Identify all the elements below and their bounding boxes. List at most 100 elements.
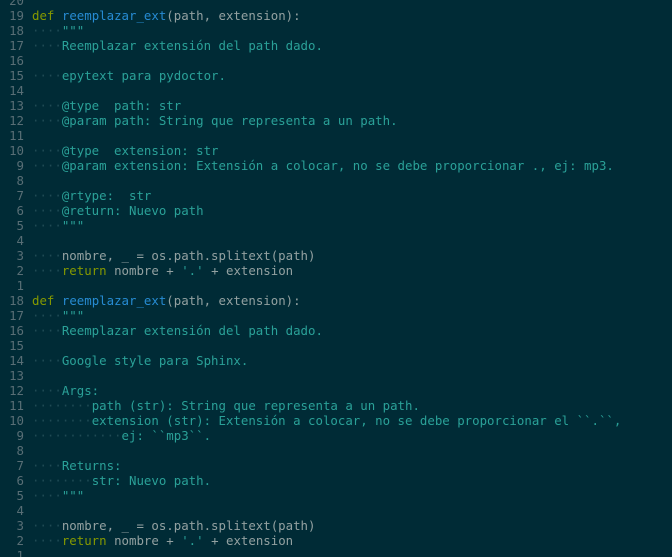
code-text: ····@type path: str bbox=[32, 98, 181, 113]
line-number: 15 bbox=[9, 68, 24, 83]
code-text: ····nombre, _ = os.path.splitext(path) bbox=[32, 248, 315, 263]
code-line[interactable]: 4 bbox=[0, 503, 672, 518]
code-token: '.' bbox=[181, 263, 204, 278]
indent-marker: ···· bbox=[32, 263, 62, 278]
code-token: Args: bbox=[61, 383, 100, 398]
line-number: 3 bbox=[16, 248, 24, 263]
indent-marker: ···· bbox=[32, 308, 62, 323]
code-line[interactable]: 17 ····Reemplazar extensión del path dado… bbox=[0, 38, 672, 53]
code-line[interactable]: 6 ········str: Nuevo path. bbox=[0, 473, 672, 488]
code-line[interactable]: 5 ····""" bbox=[0, 488, 672, 503]
code-line[interactable]: 7 ····Returns: bbox=[0, 458, 672, 473]
code-text: ····Returns: bbox=[32, 458, 122, 473]
code-line[interactable]: 11 bbox=[0, 128, 672, 143]
code-line[interactable]: 2 ····return nombre + '.' + extension bbox=[0, 263, 672, 278]
indent-marker: ········ bbox=[32, 398, 92, 413]
indent-marker: ···· bbox=[32, 323, 62, 338]
indent-marker: ···· bbox=[32, 98, 62, 113]
indent-marker: ···· bbox=[32, 533, 62, 548]
line-number: 1 bbox=[16, 548, 24, 557]
line-number: 4 bbox=[16, 233, 24, 248]
line-number: 4 bbox=[16, 503, 24, 518]
code-token: @param path: String que representa a un … bbox=[61, 113, 398, 128]
code-token: def bbox=[32, 8, 55, 23]
code-token: Google style para Sphinx. bbox=[61, 353, 249, 368]
code-token: return bbox=[61, 263, 107, 278]
line-number: 2 bbox=[16, 263, 24, 278]
indent-marker: ···· bbox=[32, 158, 62, 173]
code-token: path (str): String que representa a un p… bbox=[91, 398, 420, 413]
code-line[interactable]: 11 ········path (str): String que represe… bbox=[0, 398, 672, 413]
code-text: ········extension (str): Extensión a col… bbox=[32, 413, 621, 428]
code-line[interactable]: 4 bbox=[0, 233, 672, 248]
indent-marker: ···· bbox=[32, 458, 62, 473]
code-line[interactable]: 9 ············ej: ``mp3``. bbox=[0, 428, 672, 443]
line-number: 2 bbox=[16, 533, 24, 548]
code-line[interactable]: 2 ····return nombre + '.' + extension bbox=[0, 533, 672, 548]
code-text: ····Reemplazar extensión del path dado. bbox=[32, 38, 323, 53]
code-token: nombre + bbox=[106, 533, 182, 548]
line-number: 9 bbox=[16, 428, 24, 443]
indent-marker: ············ bbox=[32, 428, 122, 443]
code-token: '.' bbox=[181, 533, 204, 548]
code-token: str: Nuevo path. bbox=[91, 473, 212, 488]
code-line[interactable]: 19 def reemplazar_ext(path, extension): bbox=[0, 8, 672, 23]
code-line[interactable]: 15 bbox=[0, 338, 672, 353]
line-number: 5 bbox=[16, 218, 24, 233]
line-number: 18 bbox=[9, 23, 24, 38]
code-line[interactable]: 1 bbox=[0, 548, 672, 557]
line-number: 16 bbox=[9, 323, 24, 338]
code-line[interactable]: 13 bbox=[0, 368, 672, 383]
code-line[interactable]: 12 ····@param path: String que representa… bbox=[0, 113, 672, 128]
code-line[interactable]: 12 ····Args: bbox=[0, 383, 672, 398]
code-text: def reemplazar_ext(path, extension): bbox=[32, 293, 301, 308]
line-number: 6 bbox=[16, 203, 24, 218]
code-text: ····@param extension: Extensión a coloca… bbox=[32, 158, 614, 173]
code-line[interactable]: 6 ····@return: Nuevo path bbox=[0, 203, 672, 218]
code-line[interactable]: 16 bbox=[0, 53, 672, 68]
line-number: 7 bbox=[16, 188, 24, 203]
indent-marker: ···· bbox=[32, 68, 62, 83]
code-text: ····""" bbox=[32, 308, 84, 323]
line-number: 11 bbox=[9, 398, 24, 413]
code-token: + extension bbox=[203, 533, 294, 548]
code-token: nombre, _ = os.path.splitext(path) bbox=[61, 518, 316, 533]
code-text: ····@return: Nuevo path bbox=[32, 203, 204, 218]
code-line[interactable]: 8 bbox=[0, 173, 672, 188]
code-line[interactable]: 9 ····@param extension: Extensión a coloc… bbox=[0, 158, 672, 173]
code-token: def bbox=[32, 293, 55, 308]
code-token: Returns: bbox=[61, 458, 122, 473]
line-number: 3 bbox=[16, 518, 24, 533]
indent-marker: ···· bbox=[32, 143, 62, 158]
code-token: Reemplazar extensión del path dado. bbox=[61, 38, 323, 53]
code-line[interactable]: 18 ····""" bbox=[0, 23, 672, 38]
code-line[interactable]: 5 ····""" bbox=[0, 218, 672, 233]
code-token: """ bbox=[61, 218, 85, 233]
indent-marker: ···· bbox=[32, 203, 62, 218]
code-line[interactable]: 3 ····nombre, _ = os.path.splitext(path) bbox=[0, 248, 672, 263]
code-line[interactable]: 13 ····@type path: str bbox=[0, 98, 672, 113]
code-text: ····return nombre + '.' + extension bbox=[32, 533, 293, 548]
code-line[interactable]: 14 ····Google style para Sphinx. bbox=[0, 353, 672, 368]
code-line[interactable]: 20 bbox=[0, 0, 672, 8]
code-line[interactable]: 14 bbox=[0, 83, 672, 98]
code-token: nombre + bbox=[106, 263, 182, 278]
code-editor[interactable]: 20 19 def reemplazar_ext(path, extension):… bbox=[0, 0, 672, 557]
code-line[interactable]: 1 bbox=[0, 278, 672, 293]
code-line[interactable]: 7 ····@rtype: str bbox=[0, 188, 672, 203]
code-line[interactable]: 16 ····Reemplazar extensión del path dado… bbox=[0, 323, 672, 338]
line-number: 13 bbox=[9, 368, 24, 383]
line-number: 6 bbox=[16, 473, 24, 488]
code-line[interactable]: 10 ········extension (str): Extensión a c… bbox=[0, 413, 672, 428]
code-line[interactable]: 3 ····nombre, _ = os.path.splitext(path) bbox=[0, 518, 672, 533]
code-line[interactable]: 8 bbox=[0, 443, 672, 458]
code-token: return bbox=[61, 533, 107, 548]
code-line[interactable]: 10 ····@type extension: str bbox=[0, 143, 672, 158]
code-line[interactable]: 15 ····epytext para pydoctor. bbox=[0, 68, 672, 83]
indent-marker: ···· bbox=[32, 488, 62, 503]
line-number: 14 bbox=[9, 353, 24, 368]
code-text: ········str: Nuevo path. bbox=[32, 473, 211, 488]
code-line[interactable]: 17 ····""" bbox=[0, 308, 672, 323]
code-line[interactable]: 18 def reemplazar_ext(path, extension): bbox=[0, 293, 672, 308]
